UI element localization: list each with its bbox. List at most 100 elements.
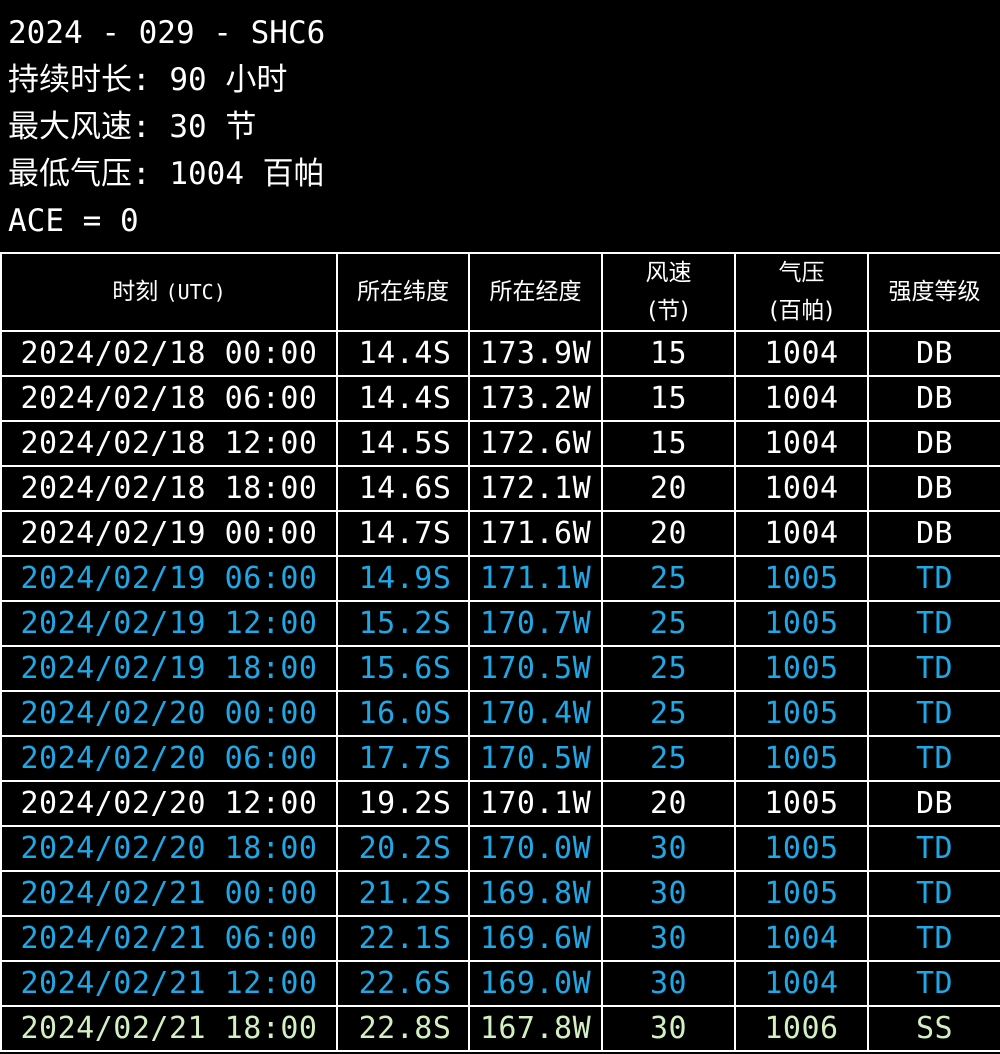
- cell-longitude: 170.4W: [468, 690, 603, 737]
- table-row: 2024/02/18 12:00 14.5S 172.6W 15 1004 DB: [0, 420, 1000, 467]
- cell-longitude: 169.6W: [468, 915, 603, 962]
- max-wind-text: 最大风速: 30 节: [8, 109, 257, 145]
- table-row: 2024/02/18 06:00 14.4S 173.2W 15 1004 DB: [0, 375, 1000, 422]
- cell-intensity-class: TD: [867, 825, 1000, 872]
- cell-pressure: 1006: [734, 1005, 869, 1052]
- cell-time: 2024/02/20 12:00: [0, 780, 338, 827]
- cell-intensity-class: TD: [867, 645, 1000, 692]
- cell-longitude: 170.5W: [468, 735, 603, 782]
- cell-time: 2024/02/18 06:00: [0, 375, 338, 422]
- cell-latitude: 14.4S: [336, 330, 470, 377]
- cell-latitude: 14.9S: [336, 555, 470, 602]
- cell-intensity-class: TD: [867, 690, 1000, 737]
- table-row: 2024/02/19 18:00 15.6S 170.5W 25 1005 TD: [0, 645, 1000, 692]
- cell-pressure: 1004: [734, 960, 869, 1007]
- cell-pressure: 1005: [734, 825, 869, 872]
- header-time: 时刻 (UTC): [0, 252, 338, 332]
- table-body: 2024/02/18 00:00 14.4S 173.9W 15 1004 DB 2024/…: [0, 330, 1000, 1052]
- cell-latitude: 21.2S: [336, 870, 470, 917]
- table-row: 2024/02/21 00:00 21.2S 169.8W 30 1005 TD: [0, 870, 1000, 917]
- header-wind: 风速 (节): [601, 252, 736, 332]
- cell-wind: 30: [601, 870, 736, 917]
- storm-id-title: 2024 - 029 - SHC6: [8, 15, 326, 51]
- cell-wind: 15: [601, 420, 736, 467]
- header-wind-unit: (节): [648, 298, 689, 324]
- cell-intensity-class: TD: [867, 915, 1000, 962]
- cell-time: 2024/02/20 18:00: [0, 825, 338, 872]
- cell-time: 2024/02/19 06:00: [0, 555, 338, 602]
- cell-latitude: 15.6S: [336, 645, 470, 692]
- cell-intensity-class: TD: [867, 735, 1000, 782]
- table-row: 2024/02/18 18:00 14.6S 172.1W 20 1004 DB: [0, 465, 1000, 512]
- cell-intensity-class: DB: [867, 510, 1000, 557]
- cell-wind: 25: [601, 555, 736, 602]
- cell-time: 2024/02/18 18:00: [0, 465, 338, 512]
- cell-time: 2024/02/20 06:00: [0, 735, 338, 782]
- table-row: 2024/02/19 12:00 15.2S 170.7W 25 1005 TD: [0, 600, 1000, 647]
- cell-latitude: 14.5S: [336, 420, 470, 467]
- cell-longitude: 170.1W: [468, 780, 603, 827]
- cell-longitude: 169.8W: [468, 870, 603, 917]
- cell-latitude: 22.8S: [336, 1005, 470, 1052]
- cell-intensity-class: DB: [867, 375, 1000, 422]
- cell-longitude: 170.0W: [468, 825, 603, 872]
- cell-pressure: 1004: [734, 465, 869, 512]
- cell-pressure: 1004: [734, 915, 869, 962]
- cell-time: 2024/02/18 00:00: [0, 330, 338, 377]
- table-row: 2024/02/20 06:00 17.7S 170.5W 25 1005 TD: [0, 735, 1000, 782]
- cell-time: 2024/02/19 18:00: [0, 645, 338, 692]
- cell-pressure: 1005: [734, 735, 869, 782]
- table-row: 2024/02/18 00:00 14.4S 173.9W 15 1004 DB: [0, 330, 1000, 377]
- table-row: 2024/02/19 00:00 14.7S 171.6W 20 1004 DB: [0, 510, 1000, 557]
- cell-wind: 30: [601, 915, 736, 962]
- cell-wind: 20: [601, 510, 736, 557]
- header-pressure-unit: (百帕): [769, 298, 834, 324]
- track-table: 时刻 (UTC) 所在纬度 所在经度 风速 (节) 气压 (百帕) 强度等级 2…: [0, 252, 1000, 1052]
- cell-intensity-class: DB: [867, 780, 1000, 827]
- cell-intensity-class: DB: [867, 465, 1000, 512]
- cell-pressure: 1005: [734, 600, 869, 647]
- cell-pressure: 1005: [734, 555, 869, 602]
- cell-longitude: 171.1W: [468, 555, 603, 602]
- header-pressure-label: 气压: [778, 260, 825, 286]
- cell-longitude: 167.8W: [468, 1005, 603, 1052]
- cell-latitude: 15.2S: [336, 600, 470, 647]
- cell-intensity-class: TD: [867, 960, 1000, 1007]
- cell-latitude: 20.2S: [336, 825, 470, 872]
- cell-wind: 15: [601, 375, 736, 422]
- cell-latitude: 14.6S: [336, 465, 470, 512]
- table-row: 2024/02/20 12:00 19.2S 170.1W 20 1005 DB: [0, 780, 1000, 827]
- cell-time: 2024/02/21 12:00: [0, 960, 338, 1007]
- cell-time: 2024/02/21 00:00: [0, 870, 338, 917]
- cell-time: 2024/02/18 12:00: [0, 420, 338, 467]
- cell-time: 2024/02/20 00:00: [0, 690, 338, 737]
- cell-wind: 20: [601, 780, 736, 827]
- cell-wind: 30: [601, 825, 736, 872]
- cell-longitude: 170.7W: [468, 600, 603, 647]
- cell-latitude: 22.6S: [336, 960, 470, 1007]
- cell-longitude: 169.0W: [468, 960, 603, 1007]
- table-row: 2024/02/19 06:00 14.9S 171.1W 25 1005 TD: [0, 555, 1000, 602]
- cell-pressure: 1004: [734, 420, 869, 467]
- cell-wind: 25: [601, 600, 736, 647]
- cell-intensity-class: TD: [867, 600, 1000, 647]
- cell-intensity-class: SS: [867, 1005, 1000, 1052]
- cell-intensity-class: DB: [867, 330, 1000, 377]
- table-row: 2024/02/20 18:00 20.2S 170.0W 30 1005 TD: [0, 825, 1000, 872]
- cell-wind: 25: [601, 645, 736, 692]
- cell-latitude: 14.7S: [336, 510, 470, 557]
- storm-summary: 2024 - 029 - SHC6 持续时长: 90 小时 最大风速: 30 节…: [0, 0, 1000, 252]
- cell-pressure: 1005: [734, 780, 869, 827]
- header-longitude: 所在经度: [468, 252, 603, 332]
- cell-intensity-class: TD: [867, 870, 1000, 917]
- cell-longitude: 172.6W: [468, 420, 603, 467]
- table-row: 2024/02/20 00:00 16.0S 170.4W 25 1005 TD: [0, 690, 1000, 737]
- cell-latitude: 17.7S: [336, 735, 470, 782]
- duration-text: 持续时长: 90 小时: [8, 62, 288, 98]
- cell-wind: 20: [601, 465, 736, 512]
- cell-wind: 30: [601, 1005, 736, 1052]
- cell-pressure: 1005: [734, 645, 869, 692]
- table-row: 2024/02/21 06:00 22.1S 169.6W 30 1004 TD: [0, 915, 1000, 962]
- cell-longitude: 172.1W: [468, 465, 603, 512]
- table-header-row: 时刻 (UTC) 所在纬度 所在经度 风速 (节) 气压 (百帕) 强度等级: [0, 252, 1000, 332]
